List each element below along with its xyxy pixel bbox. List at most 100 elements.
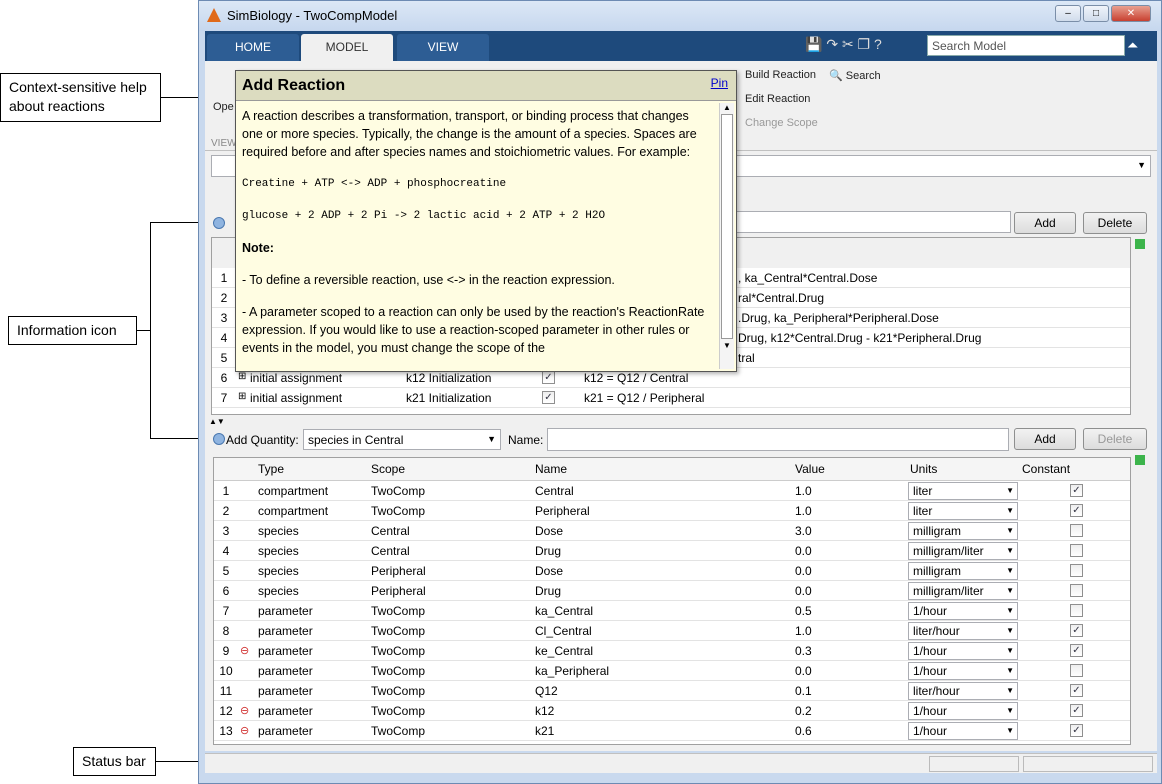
popup-scrollbar[interactable]: ▲ ▼ — [719, 103, 734, 369]
quantity-value[interactable]: 0.6 — [795, 724, 812, 738]
warning-icon[interactable]: ⊖ — [240, 644, 249, 657]
constant-checkbox[interactable] — [1070, 524, 1083, 537]
quantity-row[interactable]: 13 ⊖ parameter TwoComp k21 0.6 1/hour ✓ — [214, 721, 1130, 741]
quantity-value[interactable]: 0.2 — [795, 704, 812, 718]
splitter-handle[interactable]: ▲▼ — [209, 417, 225, 426]
units-dropdown[interactable]: liter/hour — [908, 682, 1018, 700]
warning-icon[interactable]: ⊖ — [240, 704, 249, 717]
quantity-value[interactable]: 1.0 — [795, 484, 812, 498]
warning-icon[interactable]: ⊖ — [240, 724, 249, 737]
quantity-row[interactable]: 9 ⊖ parameter TwoComp ke_Central 0.3 1/h… — [214, 641, 1130, 661]
quantity-name[interactable]: Peripheral — [535, 504, 590, 518]
quantity-name[interactable]: Dose — [535, 524, 563, 538]
header-value[interactable]: Value — [795, 462, 825, 476]
minimize-button[interactable]: – — [1055, 5, 1081, 22]
header-name[interactable]: Name — [535, 462, 567, 476]
quantity-value[interactable]: 0.0 — [795, 544, 812, 558]
constant-checkbox[interactable]: ✓ — [1070, 504, 1083, 517]
units-dropdown[interactable]: 1/hour — [908, 722, 1018, 740]
quantity-info-icon[interactable] — [213, 433, 225, 445]
delete-quantity-button[interactable]: Delete — [1083, 428, 1147, 450]
quantity-row[interactable]: 6 species Peripheral Drug 0.0 milligram/… — [214, 581, 1130, 601]
quantity-value[interactable]: 1.0 — [795, 624, 812, 638]
quantity-value[interactable]: 0.1 — [795, 684, 812, 698]
expand-icon[interactable]: ⊞ — [238, 391, 246, 402]
units-dropdown[interactable]: liter — [908, 482, 1018, 500]
quantity-row[interactable]: 7 parameter TwoComp ka_Central 0.5 1/hou… — [214, 601, 1130, 621]
quantity-name[interactable]: ke_Central — [535, 644, 593, 658]
pin-link[interactable]: Pin — [711, 76, 728, 90]
quantity-row[interactable]: 8 parameter TwoComp Cl_Central 1.0 liter… — [214, 621, 1130, 641]
quantity-name[interactable]: ka_Central — [535, 604, 593, 618]
header-units[interactable]: Units — [910, 462, 937, 476]
change-scope-button[interactable]: Change Scope — [745, 117, 818, 129]
quantity-value[interactable]: 0.0 — [795, 664, 812, 678]
expand-icon[interactable]: ⊞ — [238, 371, 246, 382]
header-scope[interactable]: Scope — [371, 462, 405, 476]
quantity-row[interactable]: 4 species Central Drug 0.0 milligram/lit… — [214, 541, 1130, 561]
units-dropdown[interactable]: 1/hour — [908, 702, 1018, 720]
quantity-row[interactable]: 2 compartment TwoComp Peripheral 1.0 lit… — [214, 501, 1130, 521]
quantity-value[interactable]: 1.0 — [795, 504, 812, 518]
active-checkbox[interactable]: ✓ — [542, 371, 555, 384]
quantity-name[interactable]: Drug — [535, 584, 561, 598]
units-dropdown[interactable]: milligram/liter — [908, 582, 1018, 600]
quantity-name[interactable]: Q12 — [535, 684, 558, 698]
open-button[interactable]: Ope — [213, 101, 234, 113]
constant-checkbox[interactable]: ✓ — [1070, 704, 1083, 717]
units-dropdown[interactable]: milligram/liter — [908, 542, 1018, 560]
quantity-name-input[interactable] — [547, 428, 1009, 451]
quantity-name[interactable]: Central — [535, 484, 574, 498]
units-dropdown[interactable]: liter/hour — [908, 622, 1018, 640]
quantity-name[interactable]: Dose — [535, 564, 563, 578]
constant-checkbox[interactable] — [1070, 544, 1083, 557]
quantity-row[interactable]: 11 parameter TwoComp Q12 0.1 liter/hour … — [214, 681, 1130, 701]
quantity-row[interactable]: 5 species Peripheral Dose 0.0 milligram — [214, 561, 1130, 581]
search-button[interactable]: 🔍 Search — [829, 69, 881, 82]
popup-scroll-thumb[interactable] — [721, 114, 733, 339]
tab-view[interactable]: VIEW — [397, 34, 489, 61]
quantity-name[interactable]: Cl_Central — [535, 624, 592, 638]
maximize-button[interactable]: □ — [1083, 5, 1109, 22]
constant-checkbox[interactable]: ✓ — [1070, 624, 1083, 637]
reaction-info-icon[interactable] — [213, 217, 225, 229]
edit-reaction-button[interactable]: Edit Reaction — [745, 93, 810, 105]
quantity-name[interactable]: k21 — [535, 724, 554, 738]
quantity-type-select[interactable]: species in Central ▼ — [303, 429, 501, 450]
header-constant[interactable]: Constant — [1022, 462, 1070, 476]
units-dropdown[interactable]: 1/hour — [908, 642, 1018, 660]
quantity-name[interactable]: ka_Peripheral — [535, 664, 609, 678]
add-quantity-button[interactable]: Add — [1014, 428, 1076, 450]
quantity-row[interactable]: 12 ⊖ parameter TwoComp k12 0.2 1/hour ✓ — [214, 701, 1130, 721]
constant-checkbox[interactable]: ✓ — [1070, 724, 1083, 737]
reaction-row[interactable]: 7 ⊞ initial assignment k21 Initialization… — [212, 388, 1130, 408]
units-dropdown[interactable]: milligram — [908, 562, 1018, 580]
constant-checkbox[interactable] — [1070, 584, 1083, 597]
constant-checkbox[interactable]: ✓ — [1070, 684, 1083, 697]
quantity-name[interactable]: k12 — [535, 704, 554, 718]
units-dropdown[interactable]: liter — [908, 502, 1018, 520]
close-button[interactable]: ✕ — [1111, 5, 1151, 22]
quantity-value[interactable]: 3.0 — [795, 524, 812, 538]
quantity-value[interactable]: 0.0 — [795, 564, 812, 578]
constant-checkbox[interactable]: ✓ — [1070, 644, 1083, 657]
add-reaction-button[interactable]: Add — [1014, 212, 1076, 234]
build-reaction-button[interactable]: Build Reaction — [745, 69, 816, 81]
constant-checkbox[interactable] — [1070, 604, 1083, 617]
header-type[interactable]: Type — [258, 462, 284, 476]
quick-access-icons[interactable]: 💾 ↷ ✂ ❐ ? — [805, 36, 882, 53]
quantity-row[interactable]: 10 parameter TwoComp ka_Peripheral 0.0 1… — [214, 661, 1130, 681]
units-dropdown[interactable]: 1/hour — [908, 602, 1018, 620]
quantity-row[interactable]: 3 species Central Dose 3.0 milligram — [214, 521, 1130, 541]
search-model-input[interactable]: Search Model — [927, 35, 1125, 56]
quantity-name[interactable]: Drug — [535, 544, 561, 558]
collapse-ribbon-icon[interactable]: ⏶ — [1127, 37, 1138, 54]
quantity-value[interactable]: 0.5 — [795, 604, 812, 618]
units-dropdown[interactable]: milligram — [908, 522, 1018, 540]
tab-home[interactable]: HOME — [207, 34, 299, 61]
quantity-value[interactable]: 0.0 — [795, 584, 812, 598]
quantity-row[interactable]: 1 compartment TwoComp Central 1.0 liter … — [214, 481, 1130, 501]
constant-checkbox[interactable]: ✓ — [1070, 484, 1083, 497]
tab-model[interactable]: MODEL — [301, 34, 393, 61]
reaction-input[interactable] — [733, 211, 1011, 233]
